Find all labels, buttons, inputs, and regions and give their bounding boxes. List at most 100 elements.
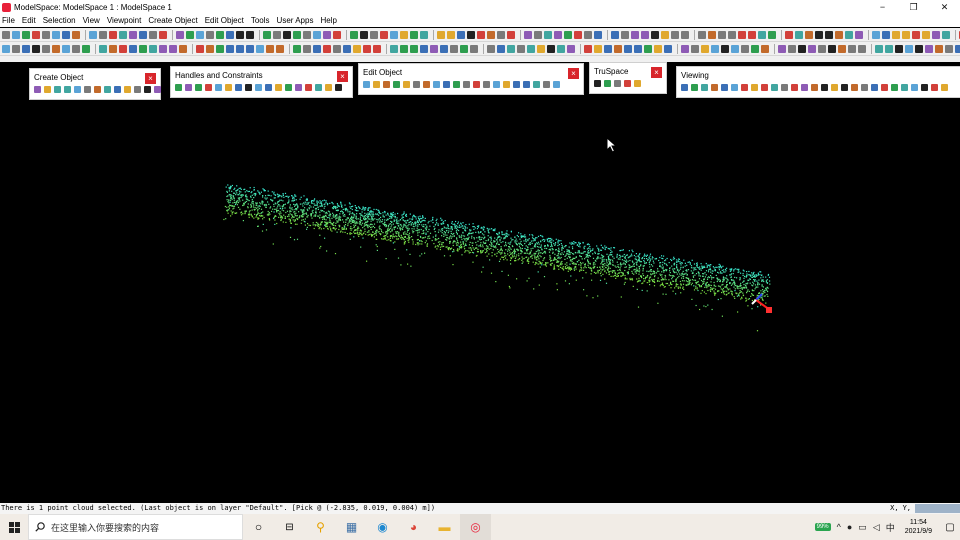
main-row1-tool-12-icon[interactable] (119, 30, 127, 39)
main-row1-tool-33-icon[interactable] (350, 30, 358, 39)
edit-object-tool-15-icon[interactable] (503, 81, 510, 88)
viewing-tool-22-icon[interactable] (891, 84, 898, 91)
main-row2-tool-79-icon[interactable] (838, 44, 846, 53)
main-row1-tool-51-icon[interactable] (544, 30, 552, 39)
main-row1-tool-19-icon[interactable] (196, 30, 204, 39)
task-view-button[interactable]: ○ (243, 514, 274, 540)
microphone-icon[interactable]: ● (847, 522, 852, 532)
main-row2-tool-43-icon[interactable] (450, 44, 458, 53)
viewing-tool-15-icon[interactable] (821, 84, 828, 91)
edit-object-tool-12-icon[interactable] (473, 81, 480, 88)
main-row1-tool-83-icon[interactable] (892, 30, 900, 39)
main-row2-tool-21-icon[interactable] (216, 44, 224, 53)
main-row1-tool-21-icon[interactable] (216, 30, 224, 39)
main-row2-tool-80-icon[interactable] (848, 44, 856, 53)
main-row1-tool-1-icon[interactable] (2, 30, 10, 39)
main-row1-tool-29-icon[interactable] (303, 30, 311, 39)
viewing-tool-6-icon[interactable] (731, 84, 738, 91)
main-row2-tool-16-icon[interactable] (159, 44, 167, 53)
volume-icon[interactable]: ◁ (873, 522, 880, 533)
viewing-tool-23-icon[interactable] (901, 84, 908, 91)
viewing-tool-11-icon[interactable] (781, 84, 788, 91)
main-row2-tool-22-icon[interactable] (226, 44, 234, 53)
main-row2-tool-26-icon[interactable] (266, 44, 274, 53)
main-row1-tool-67-icon[interactable] (718, 30, 726, 39)
edit-object-tool-1-icon[interactable] (363, 81, 370, 88)
main-row2-tool-86-icon[interactable] (915, 44, 923, 53)
edit-object-tool-20-icon[interactable] (553, 81, 560, 88)
main-row1-tool-48-icon[interactable] (507, 30, 515, 39)
main-row1-tool-75-icon[interactable] (805, 30, 813, 39)
main-row1-tool-87-icon[interactable] (932, 30, 940, 39)
edit-object-tool-10-icon[interactable] (453, 81, 460, 88)
main-row2-tool-64-icon[interactable] (681, 44, 689, 53)
handles-tool-13-icon[interactable] (295, 84, 302, 91)
main-row2-tool-3-icon[interactable] (22, 44, 30, 53)
main-row1-tool-58-icon[interactable] (621, 30, 629, 39)
viewing-tool-4-icon[interactable] (711, 84, 718, 91)
modelspace-app-button[interactable]: ◎ (460, 514, 491, 540)
main-row1-tool-5-icon[interactable] (42, 30, 50, 39)
viewing-tool-7-icon[interactable] (741, 84, 748, 91)
handles-tool-8-icon[interactable] (245, 84, 252, 91)
main-row1-tool-38-icon[interactable] (400, 30, 408, 39)
search-app-button[interactable]: ⚲ (305, 514, 336, 540)
main-row2-tool-89-icon[interactable] (945, 44, 953, 53)
network-icon[interactable]: ▭ (858, 522, 867, 533)
battery-indicator[interactable]: 99% (814, 523, 831, 531)
viewing-tool-14-icon[interactable] (811, 84, 818, 91)
main-row2-tool-37-icon[interactable] (390, 44, 398, 53)
handles-tool-5-icon[interactable] (215, 84, 222, 91)
main-row2-tool-72-icon[interactable] (761, 44, 769, 53)
edit-object-tool-7-icon[interactable] (423, 81, 430, 88)
main-row1-tool-47-icon[interactable] (497, 30, 505, 39)
edit-object-tool-6-icon[interactable] (413, 81, 420, 88)
main-row1-tool-61-icon[interactable] (651, 30, 659, 39)
notification-icon[interactable]: ▢ (940, 522, 960, 533)
create-object-tool-6-icon[interactable] (84, 86, 91, 93)
main-row1-tool-50-icon[interactable] (534, 30, 542, 39)
edit-object-tool-17-icon[interactable] (523, 81, 530, 88)
menu-help[interactable]: Help (320, 16, 336, 25)
main-row1-tool-73-icon[interactable] (785, 30, 793, 39)
main-row1-tool-60-icon[interactable] (641, 30, 649, 39)
main-row2-tool-40-icon[interactable] (420, 44, 428, 53)
viewing-tool-17-icon[interactable] (841, 84, 848, 91)
viewing-tool-10-icon[interactable] (771, 84, 778, 91)
main-row2-tool-35-icon[interactable] (363, 44, 371, 53)
main-row1-tool-56-icon[interactable] (594, 30, 602, 39)
handles-tool-9-icon[interactable] (255, 84, 262, 91)
viewing-tool-3-icon[interactable] (701, 84, 708, 91)
main-row1-tool-35-icon[interactable] (370, 30, 378, 39)
main-row1-tool-82-icon[interactable] (882, 30, 890, 39)
main-row1-tool-36-icon[interactable] (380, 30, 388, 39)
main-row2-tool-66-icon[interactable] (701, 44, 709, 53)
main-row2-tool-1-icon[interactable] (2, 44, 10, 53)
main-row1-tool-49-icon[interactable] (524, 30, 532, 39)
main-row2-tool-42-icon[interactable] (440, 44, 448, 53)
menu-viewpoint[interactable]: Viewpoint (107, 16, 142, 25)
edit-object-tool-11-icon[interactable] (463, 81, 470, 88)
main-row2-tool-78-icon[interactable] (828, 44, 836, 53)
main-row2-tool-12-icon[interactable] (119, 44, 127, 53)
main-row1-tool-6-icon[interactable] (52, 30, 60, 39)
handles-tool-2-icon[interactable] (185, 84, 192, 91)
menu-create-object[interactable]: Create Object (148, 16, 197, 25)
create-object-tool-2-icon[interactable] (44, 86, 51, 93)
main-row1-tool-76-icon[interactable] (815, 30, 823, 39)
main-row2-tool-88-icon[interactable] (935, 44, 943, 53)
main-row1-tool-63-icon[interactable] (671, 30, 679, 39)
main-row1-tool-2-icon[interactable] (12, 30, 20, 39)
main-row2-tool-11-icon[interactable] (109, 44, 117, 53)
handles-tool-12-icon[interactable] (285, 84, 292, 91)
main-row1-tool-59-icon[interactable] (631, 30, 639, 39)
main-row2-tool-33-icon[interactable] (343, 44, 351, 53)
main-row2-tool-31-icon[interactable] (323, 44, 331, 53)
main-row1-tool-52-icon[interactable] (554, 30, 562, 39)
truspace-tool-3-icon[interactable] (614, 80, 621, 87)
handles-tool-17-icon[interactable] (335, 84, 342, 91)
main-row2-tool-85-icon[interactable] (905, 44, 913, 53)
main-row2-tool-36-icon[interactable] (373, 44, 381, 53)
main-row2-tool-19-icon[interactable] (196, 44, 204, 53)
viewing-tool-16-icon[interactable] (831, 84, 838, 91)
